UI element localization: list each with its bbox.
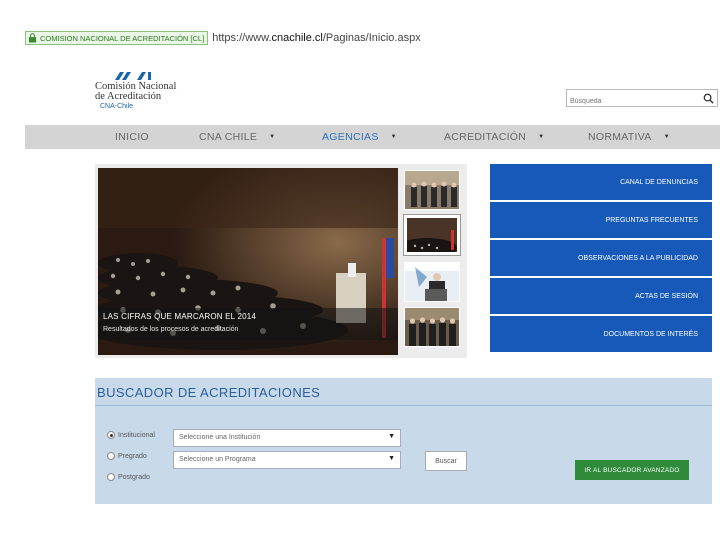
slider-thumbnail[interactable] (404, 170, 460, 210)
buscar-button[interactable]: Buscar (425, 451, 467, 471)
actas-sesion-button[interactable]: ACTAS DE SESIÓN (490, 278, 712, 314)
slider-thumbnail[interactable] (404, 262, 460, 302)
radio-button[interactable] (107, 452, 115, 460)
chevron-down-icon: ▼ (663, 134, 670, 140)
url-text[interactable]: https://www.cnachile.cl/Paginas/Inicio.a… (212, 32, 421, 44)
main-nav: INICIO CNA CHILE ▼ AGENCIAS ▼ ACREDITACI… (25, 125, 720, 149)
quick-links: CANAL DE DENUNCIAS PREGUNTAS FRECUENTES … (490, 164, 712, 354)
divider (95, 405, 712, 406)
slider-thumbnail[interactable] (404, 307, 460, 347)
nav-item-normativa[interactable]: NORMATIVA ▼ (588, 125, 670, 149)
site-search (566, 89, 718, 110)
canal-denuncias-button[interactable]: CANAL DE DENUNCIAS (490, 164, 712, 200)
institucion-select[interactable]: Seleccione una Institución ▼ (173, 429, 401, 447)
certificate-badge[interactable]: COMISION NACIONAL DE ACREDITACIÓN [CL] (25, 31, 209, 45)
radio-label: Pregrado (118, 452, 147, 460)
programa-select[interactable]: Seleccione un Programa ▼ (173, 451, 401, 469)
observaciones-publicidad-button[interactable]: OBSERVACIONES A LA PUBLICIDAD (490, 240, 712, 276)
lock-icon (28, 33, 37, 43)
select-value: Seleccione una Institución (179, 434, 261, 441)
radio-postgrado[interactable]: Postgrado (107, 473, 150, 481)
nav-label: NORMATIVA (588, 131, 652, 143)
panel-title: BUSCADOR DE ACREDITACIONES (97, 385, 321, 400)
radio-label: Institucional (118, 431, 155, 439)
radio-button-checked[interactable] (107, 431, 115, 439)
ceremony-photo (405, 308, 459, 346)
nav-item-cna-chile[interactable]: CNA CHILE ▼ (199, 125, 275, 149)
radio-institucional[interactable]: Institucional (107, 431, 155, 439)
chevron-down-icon: ▼ (538, 134, 545, 140)
advanced-search-button[interactable]: IR AL BUSCADOR AVANZADO (575, 460, 689, 480)
select-value: Seleccione un Programa (179, 456, 256, 463)
slide-caption[interactable]: LAS CIFRAS QUE MARCARON EL 2014 Resultad… (98, 308, 398, 340)
nav-label: INICIO (115, 131, 149, 143)
speaker-photo (405, 263, 459, 301)
site-logo[interactable]: Comisión Nacional de Acreditación CNA-Ch… (95, 70, 195, 115)
url-path: /Paginas/Inicio.aspx (322, 32, 421, 44)
search-input[interactable] (567, 93, 697, 110)
preguntas-frecuentes-button[interactable]: PREGUNTAS FRECUENTES (490, 202, 712, 238)
slider-thumbnail-active[interactable] (404, 215, 460, 255)
dropdown-arrow-icon: ▼ (388, 455, 395, 462)
radio-pregrado[interactable]: Pregrado (107, 452, 147, 460)
logo-mark (115, 72, 151, 80)
logo-subtitle: CNA-Chile (100, 103, 134, 110)
hero-image[interactable]: LAS CIFRAS QUE MARCARON EL 2014 Resultad… (98, 168, 398, 355)
search-icon[interactable] (703, 93, 714, 104)
nav-label: CNA CHILE (199, 131, 258, 143)
dropdown-arrow-icon: ▼ (388, 433, 395, 440)
auditorium-photo (407, 218, 457, 252)
nav-label: AGENCIAS (322, 131, 379, 143)
radio-button[interactable] (107, 473, 115, 481)
url-domain: cnachile.cl (271, 32, 323, 44)
radio-label: Postgrado (118, 473, 150, 481)
documentos-interes-button[interactable]: DOCUMENTOS DE INTERÉS (490, 316, 712, 352)
chevron-down-icon: ▼ (269, 134, 276, 140)
nav-item-inicio[interactable]: INICIO (115, 125, 149, 149)
address-bar[interactable]: COMISION NACIONAL DE ACREDITACIÓN [CL] h… (25, 29, 425, 47)
nav-label: ACREDITACIÓN (444, 131, 527, 143)
url-prefix: https://www. (212, 32, 272, 44)
buscador-panel: BUSCADOR DE ACREDITACIONES Institucional… (95, 378, 712, 504)
page: COMISION NACIONAL DE ACREDITACIÓN [CL] h… (0, 0, 720, 540)
logo-line-2: de Acreditación (95, 91, 162, 102)
logo-wordmark: Comisión Nacional de Acreditación CNA-Ch… (95, 81, 176, 112)
slide-title: LAS CIFRAS QUE MARCARON EL 2014 (103, 312, 257, 321)
nav-item-acreditacion[interactable]: ACREDITACIÓN ▼ (444, 125, 544, 149)
slide-subtitle: Resultados de los procesos de acreditaci… (103, 326, 239, 333)
chevron-down-icon: ▼ (390, 134, 397, 140)
certificate-label: COMISION NACIONAL DE ACREDITACIÓN [CL] (40, 33, 205, 43)
group-photo (405, 171, 459, 209)
nav-item-agencias[interactable]: AGENCIAS ▼ (322, 125, 397, 149)
news-slider: LAS CIFRAS QUE MARCARON EL 2014 Resultad… (95, 164, 467, 358)
